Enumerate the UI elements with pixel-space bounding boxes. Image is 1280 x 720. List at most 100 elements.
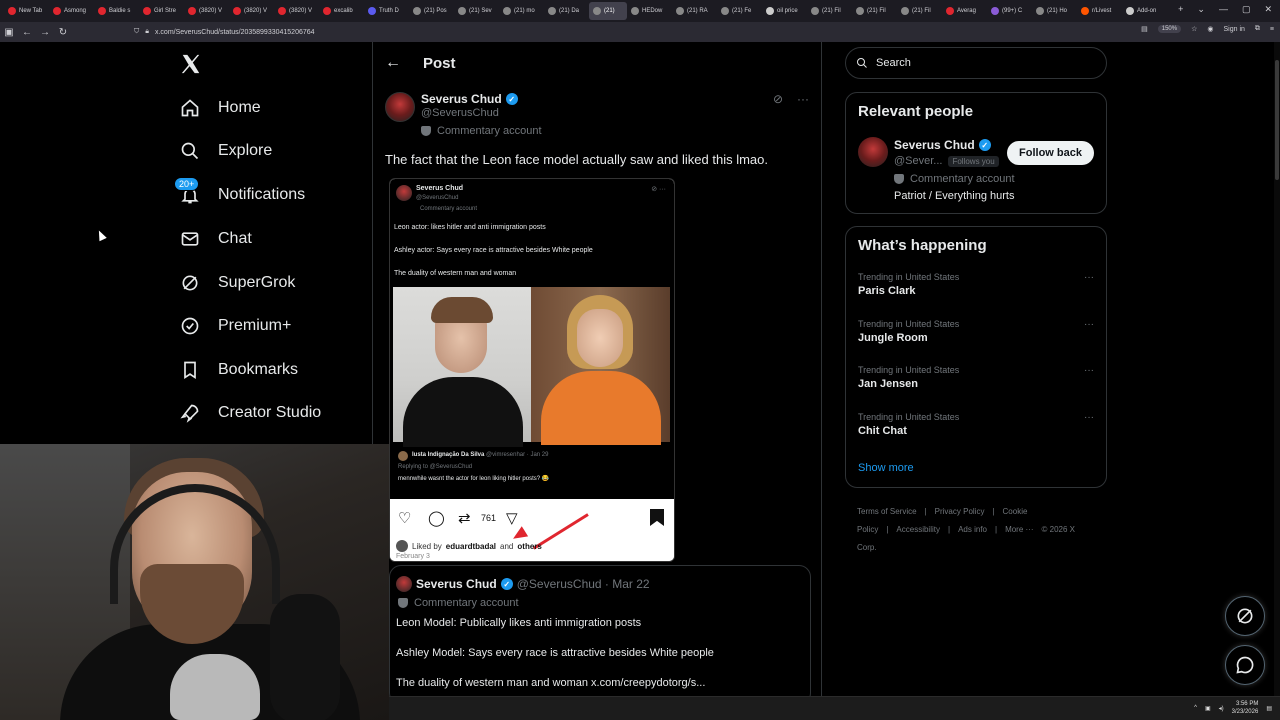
- rp-handle[interactable]: @Sever...: [894, 155, 942, 167]
- rp-name-row[interactable]: Severus Chud ✓: [894, 138, 991, 152]
- nav-item-chat[interactable]: Chat: [178, 224, 252, 254]
- browser-tab[interactable]: r/Livest: [1077, 2, 1122, 20]
- browser-tab[interactable]: Truth D: [364, 2, 409, 20]
- quote-handle-date: @SeverusChud · Mar 22: [516, 577, 650, 591]
- follow-back-button[interactable]: Follow back: [1007, 141, 1094, 165]
- back-icon[interactable]: ←: [18, 27, 36, 38]
- browser-tab[interactable]: (3820) V: [229, 2, 274, 20]
- trend-item[interactable]: Trending in United States Paris Clark ··…: [858, 272, 1094, 297]
- grok-fab-button[interactable]: [1225, 596, 1265, 636]
- url-text[interactable]: x.com/SeverusChud/status/203589933041520…: [155, 29, 315, 36]
- trend-context: Trending in United States: [858, 365, 960, 375]
- minimize-button[interactable]: —: [1219, 4, 1228, 15]
- nav-label-explore: Explore: [218, 142, 273, 159]
- tab-list-button[interactable]: ⌄: [1197, 4, 1205, 15]
- back-arrow-icon[interactable]: ←: [385, 54, 401, 72]
- tab-favicon-icon: [413, 7, 421, 15]
- more-options-icon[interactable]: ···: [1084, 365, 1094, 376]
- more-options-icon[interactable]: ···: [1084, 272, 1094, 283]
- author-name-row[interactable]: Severus Chud ✓: [421, 92, 518, 106]
- nav-item-notifications[interactable]: 20+ Notifications: [174, 177, 305, 210]
- trend-item[interactable]: Trending in United States Chit Chat ···: [858, 412, 1094, 437]
- browser-tab[interactable]: (21) Ho: [1032, 2, 1077, 20]
- forward-icon[interactable]: →: [36, 27, 54, 38]
- browser-tab[interactable]: oil price: [762, 2, 807, 20]
- nav-item-explore[interactable]: Explore: [178, 136, 272, 166]
- browser-tab[interactable]: HEDow: [627, 2, 672, 20]
- footer-link[interactable]: More ···: [1005, 525, 1033, 534]
- menu-icon[interactable]: ≡: [1270, 26, 1274, 33]
- network-icon[interactable]: ▣: [1205, 705, 1211, 712]
- browser-tab[interactable]: (21) Da: [544, 2, 589, 20]
- footer-separator: |: [886, 525, 889, 534]
- browser-tab[interactable]: New Tab: [4, 2, 49, 20]
- browser-tab[interactable]: Asmong: [49, 2, 94, 20]
- author-handle[interactable]: @SeverusChud: [421, 107, 499, 119]
- x-logo-icon[interactable]: [180, 53, 202, 75]
- browser-tab[interactable]: (3820) V: [274, 2, 319, 20]
- reader-icon[interactable]: ▤: [1141, 25, 1148, 33]
- nav-item-premium[interactable]: Premium+: [178, 311, 291, 341]
- close-window-button[interactable]: ✕: [1264, 4, 1272, 15]
- browser-tab[interactable]: (21) Fil: [852, 2, 897, 20]
- grok-icon[interactable]: ⊘: [773, 92, 783, 106]
- chevron-up-icon[interactable]: ^: [1194, 705, 1197, 711]
- footer-separator: |: [994, 525, 998, 534]
- clock[interactable]: 3:56 PM 3/23/2026: [1232, 700, 1259, 716]
- browser-tab[interactable]: excalib: [319, 2, 364, 20]
- trend-item[interactable]: Trending in United States Jungle Room ··…: [858, 319, 1094, 344]
- browser-tab[interactable]: Baldie s: [94, 2, 139, 20]
- reload-icon[interactable]: ↻: [54, 27, 72, 38]
- browser-tab[interactable]: Girl Stre: [139, 2, 184, 20]
- browser-tab[interactable]: Add-on: [1122, 2, 1167, 20]
- browser-tab[interactable]: Averag: [942, 2, 987, 20]
- sign-in-link[interactable]: Sign in: [1224, 26, 1245, 33]
- nav-item-supergrok[interactable]: SuperGrok: [178, 268, 295, 298]
- trend-item[interactable]: Trending in United States Jan Jensen ···: [858, 365, 1094, 390]
- browser-tab[interactable]: (21) Pos: [409, 2, 454, 20]
- search-input[interactable]: Search: [845, 47, 1107, 79]
- maximize-button[interactable]: ▢: [1242, 4, 1251, 15]
- footer-link[interactable]: Terms of Service: [857, 507, 917, 516]
- browser-tab[interactable]: (21) Fe: [717, 2, 762, 20]
- footer-link[interactable]: Ads info: [958, 525, 987, 534]
- browser-tab[interactable]: (21) Fil: [807, 2, 852, 20]
- zoom-level[interactable]: 150%: [1157, 25, 1182, 33]
- more-options-icon[interactable]: ···: [1084, 412, 1094, 423]
- tab-label: Averag: [957, 8, 976, 14]
- post-image[interactable]: Severus Chud @SeverusChud Commentary acc…: [389, 178, 675, 562]
- browser-tab[interactable]: (21): [589, 2, 627, 20]
- avatar[interactable]: [385, 92, 415, 122]
- show-more-link[interactable]: Show more: [858, 462, 914, 474]
- rp-name[interactable]: Severus Chud: [894, 138, 975, 152]
- browser-tab[interactable]: (21) Fil: [897, 2, 942, 20]
- scrollbar-thumb[interactable]: [1275, 60, 1279, 180]
- footer-link[interactable]: Privacy Policy: [935, 507, 985, 516]
- new-tab-button[interactable]: +: [1178, 4, 1183, 15]
- bookmark-star-icon[interactable]: ☆: [1191, 25, 1197, 33]
- avatar[interactable]: [858, 137, 888, 167]
- author-name[interactable]: Severus Chud: [421, 92, 502, 106]
- browser-tab[interactable]: (3820) V: [184, 2, 229, 20]
- repost-count: 761: [481, 513, 497, 523]
- extensions-icon[interactable]: ⧉: [1255, 25, 1260, 33]
- browser-tab[interactable]: (99+) C: [987, 2, 1032, 20]
- browser-tab[interactable]: (21) Sev: [454, 2, 499, 20]
- footer-link[interactable]: Accessibility: [896, 525, 940, 534]
- messages-fab-button[interactable]: [1225, 645, 1265, 685]
- url-bar[interactable]: ⛉ 🔒︎ x.com/SeverusChud/status/2035899330…: [134, 24, 1124, 40]
- quoted-post[interactable]: Severus Chud ✓ @SeverusChud · Mar 22 Com…: [389, 565, 811, 705]
- account-icon[interactable]: ◉: [1207, 25, 1213, 33]
- sidebar-toggle-icon[interactable]: ▣: [0, 27, 18, 38]
- nav-item-bookmarks[interactable]: Bookmarks: [178, 355, 298, 385]
- browser-tab[interactable]: (21) mo: [499, 2, 544, 20]
- rp-handle-row: @Sever... Follows you: [894, 155, 999, 167]
- volume-icon[interactable]: ◂): [1219, 705, 1224, 712]
- browser-tab[interactable]: (21) RA: [672, 2, 717, 20]
- nav-item-creator-studio[interactable]: Creator Studio: [178, 398, 321, 428]
- nav-item-home[interactable]: Home: [178, 93, 261, 123]
- notification-center-icon[interactable]: ▤: [1266, 705, 1272, 712]
- more-options-icon[interactable]: ···: [1084, 319, 1094, 330]
- more-options-icon[interactable]: ···: [797, 92, 809, 106]
- tab-favicon-icon: [503, 7, 511, 15]
